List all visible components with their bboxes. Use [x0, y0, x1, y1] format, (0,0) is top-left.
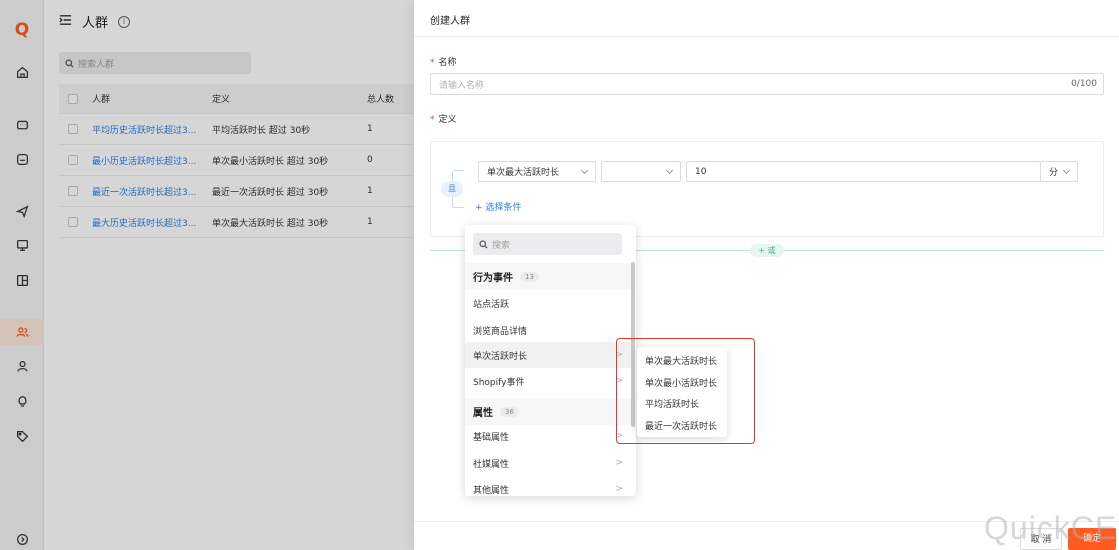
watermark: QuickCEP — [984, 510, 1119, 546]
condition-field-value: 单次最大活跃时长 — [487, 168, 560, 178]
dropdown-search-placeholder: 搜索 — [492, 240, 511, 251]
dropdown-search-input[interactable]: 搜索 — [473, 233, 622, 255]
modal-overlay[interactable] — [0, 0, 414, 550]
required-mark: * — [430, 115, 435, 125]
section-title: 属性 — [473, 408, 493, 419]
condition-unit-value: 分 — [1049, 168, 1059, 178]
dropdown-item[interactable]: Shopify事件 > — [465, 368, 633, 394]
dropdown-item-label: Shopify事件 — [473, 377, 525, 388]
drawer-title: 创建人群 — [430, 16, 470, 27]
add-condition-button[interactable]: + 选择条件 — [475, 200, 521, 213]
condition-dropdown: 搜索 行为事件 13 站点活跃 浏览商品详情 单次活跃时长 > Shopify事… — [465, 225, 636, 496]
and-toggle[interactable]: 且 — [441, 181, 463, 197]
dropdown-item[interactable]: 基础属性 > — [465, 423, 633, 449]
name-placeholder: 请输入名称 — [439, 80, 485, 91]
annotation-highlight-box — [616, 338, 755, 444]
name-field[interactable]: 请输入名称 0/100 — [430, 73, 1104, 95]
dropdown-item[interactable]: 站点活跃 — [465, 290, 633, 316]
chevron-right-icon: > — [615, 484, 623, 494]
condition-value: 10 — [695, 166, 707, 177]
dropdown-item-highlighted[interactable]: 单次活跃时长 > — [465, 342, 633, 368]
dropdown-item[interactable]: 社媒属性 > — [465, 450, 633, 476]
condition-operator-select[interactable] — [601, 161, 681, 182]
condition-value-input[interactable]: 10 — [686, 161, 1041, 182]
chevron-down-icon — [665, 166, 674, 174]
required-mark: * — [430, 58, 435, 68]
chevron-down-icon — [1062, 166, 1071, 174]
section-title: 行为事件 — [473, 273, 513, 284]
condition-field-select[interactable]: 单次最大活跃时长 — [478, 161, 596, 182]
definition-box — [430, 141, 1104, 237]
dropdown-item-label: 浏览商品详情 — [473, 326, 528, 337]
chevron-down-icon — [580, 166, 589, 174]
chevron-right-icon: > — [615, 458, 623, 468]
dropdown-section-header: 行为事件 13 — [465, 263, 636, 290]
dropdown-item-label: 其他属性 — [473, 485, 510, 496]
section-count-badge: 36 — [500, 406, 519, 417]
dropdown-item-label: 站点活跃 — [473, 299, 510, 310]
name-label: * 名称 — [430, 58, 457, 68]
definition-label: * 定义 — [430, 115, 457, 125]
dropdown-item-label: 社媒属性 — [473, 459, 510, 470]
dropdown-item[interactable]: 其他属性 > — [465, 476, 633, 496]
dropdown-item-label: 基础属性 — [473, 432, 510, 443]
name-char-counter: 0/100 — [1071, 79, 1097, 89]
search-icon — [479, 239, 488, 249]
add-or-group-button[interactable]: + 或 — [750, 244, 784, 257]
divider — [414, 36, 1119, 37]
section-count-badge: 13 — [520, 271, 539, 282]
dropdown-item[interactable]: 浏览商品详情 — [465, 317, 633, 343]
dropdown-item-label: 单次活跃时长 — [473, 351, 528, 362]
dropdown-section-header: 属性 36 — [465, 398, 636, 425]
condition-unit-select[interactable]: 分 — [1040, 161, 1078, 182]
